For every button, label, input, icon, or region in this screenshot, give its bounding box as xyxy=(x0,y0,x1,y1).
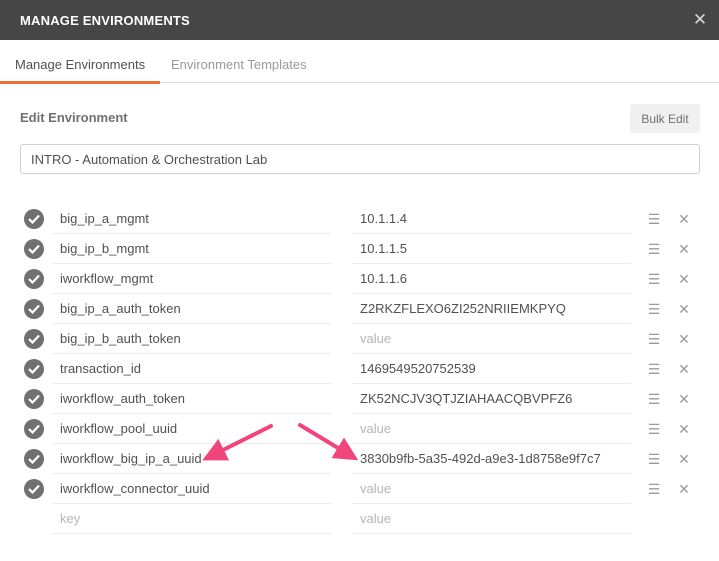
variable-key: iworkflow_big_ip_a_uuid xyxy=(60,451,202,466)
tab-bar: Manage Environments Environment Template… xyxy=(0,40,719,84)
variable-value-field[interactable]: 3830b9fb-5a35-492d-a9e3-1d8758e9f7c7 xyxy=(352,444,631,474)
enabled-check-icon[interactable] xyxy=(24,449,44,469)
variable-row: transaction_id 1469549520752539 ☰ ✕ xyxy=(0,354,719,384)
variable-key-field[interactable]: big_ip_a_auth_token xyxy=(52,294,331,324)
variable-key: iworkflow_pool_uuid xyxy=(60,421,178,436)
environment-name-input[interactable] xyxy=(20,144,700,174)
variable-key: iworkflow_connector_uuid xyxy=(60,481,210,496)
variable-key-field[interactable]: iworkflow_mgmt xyxy=(52,264,331,294)
drag-handle-icon[interactable]: ☰ xyxy=(645,480,663,498)
drag-handle-icon[interactable]: ☰ xyxy=(645,240,663,258)
variable-value-field[interactable]: 10.1.1.4 xyxy=(352,204,631,234)
value-placeholder: value xyxy=(360,511,392,526)
drag-handle-icon[interactable]: ☰ xyxy=(645,450,663,468)
variable-row: big_ip_a_mgmt 10.1.1.4 ☰ ✕ xyxy=(0,204,719,234)
variable-key: iworkflow_mgmt xyxy=(60,271,154,286)
bulk-edit-button[interactable]: Bulk Edit xyxy=(630,104,700,133)
variable-value-field[interactable]: 10.1.1.6 xyxy=(352,264,631,294)
variable-value-field[interactable]: value xyxy=(352,414,631,444)
variable-key-field[interactable]: transaction_id xyxy=(52,354,331,384)
variable-value-field[interactable]: value xyxy=(352,324,631,354)
enabled-check-icon[interactable] xyxy=(24,479,44,499)
variable-key: iworkflow_auth_token xyxy=(60,391,186,406)
section-title: Edit Environment xyxy=(20,110,128,125)
enabled-check-icon[interactable] xyxy=(24,389,44,409)
variable-row: big_ip_b_auth_token value ☰ ✕ xyxy=(0,324,719,354)
new-variable-row: key value xyxy=(0,504,719,534)
delete-icon[interactable]: ✕ xyxy=(675,210,693,228)
drag-handle-icon[interactable]: ☰ xyxy=(645,330,663,348)
delete-icon[interactable]: ✕ xyxy=(675,300,693,318)
variable-key-field[interactable]: big_ip_b_mgmt xyxy=(52,234,331,264)
delete-icon[interactable]: ✕ xyxy=(675,390,693,408)
variable-value: value xyxy=(360,481,392,496)
variable-value: 10.1.1.5 xyxy=(360,241,407,256)
variable-value: 1469549520752539 xyxy=(360,361,476,376)
variable-value: value xyxy=(360,331,392,346)
drag-handle-icon[interactable]: ☰ xyxy=(645,360,663,378)
delete-icon[interactable]: ✕ xyxy=(675,330,693,348)
variable-key: big_ip_b_auth_token xyxy=(60,331,181,346)
dialog-titlebar: MANAGE ENVIRONMENTS ✕ xyxy=(0,0,719,40)
variable-value: ZK52NCJV3QTJZIAHAACQBVPFZ6 xyxy=(360,391,573,406)
enabled-check-icon[interactable] xyxy=(24,329,44,349)
variable-key-field[interactable]: iworkflow_auth_token xyxy=(52,384,331,414)
variable-key-field[interactable]: big_ip_b_auth_token xyxy=(52,324,331,354)
variable-key-field[interactable]: iworkflow_big_ip_a_uuid xyxy=(52,444,331,474)
variable-value-field[interactable]: 1469549520752539 xyxy=(352,354,631,384)
tab-environment-templates[interactable]: Environment Templates xyxy=(156,40,322,83)
variable-row: big_ip_a_auth_token Z2RKZFLEXO6ZI252NRIIE… xyxy=(0,294,719,324)
variable-row: iworkflow_big_ip_a_uuid 3830b9fb-5a35-492… xyxy=(0,444,719,474)
variable-value-field[interactable]: ZK52NCJV3QTJZIAHAACQBVPFZ6 xyxy=(352,384,631,414)
variable-value: 3830b9fb-5a35-492d-a9e3-1d8758e9f7c7 xyxy=(360,451,601,466)
variable-row: iworkflow_connector_uuid value ☰ ✕ xyxy=(0,474,719,504)
enabled-check-icon[interactable] xyxy=(24,239,44,259)
drag-handle-icon[interactable]: ☰ xyxy=(645,420,663,438)
delete-icon[interactable]: ✕ xyxy=(675,240,693,258)
drag-handle-icon[interactable]: ☰ xyxy=(645,210,663,228)
delete-icon[interactable]: ✕ xyxy=(675,480,693,498)
drag-handle-icon[interactable]: ☰ xyxy=(645,390,663,408)
variable-row: iworkflow_mgmt 10.1.1.6 ☰ ✕ xyxy=(0,264,719,294)
variable-row: iworkflow_pool_uuid value ☰ ✕ xyxy=(0,414,719,444)
close-icon[interactable]: ✕ xyxy=(690,10,710,30)
dialog-title: MANAGE ENVIRONMENTS xyxy=(20,13,190,28)
drag-handle-icon[interactable]: ☰ xyxy=(645,300,663,318)
delete-icon[interactable]: ✕ xyxy=(675,450,693,468)
variable-key-field[interactable]: iworkflow_connector_uuid xyxy=(52,474,331,504)
variable-key: transaction_id xyxy=(60,361,141,376)
variable-value-field[interactable]: Z2RKZFLEXO6ZI252NRIIEMKPYQ xyxy=(352,294,631,324)
variable-key-field[interactable]: big_ip_a_mgmt xyxy=(52,204,331,234)
variable-value: 10.1.1.4 xyxy=(360,211,407,226)
variable-value: Z2RKZFLEXO6ZI252NRIIEMKPYQ xyxy=(360,301,566,316)
variable-row: big_ip_b_mgmt 10.1.1.5 ☰ ✕ xyxy=(0,234,719,264)
tab-manage-environments[interactable]: Manage Environments xyxy=(0,40,161,84)
new-key-input[interactable]: key xyxy=(52,504,331,534)
variable-value: 10.1.1.6 xyxy=(360,271,407,286)
enabled-check-icon[interactable] xyxy=(24,359,44,379)
variable-value-field[interactable]: 10.1.1.5 xyxy=(352,234,631,264)
variables-list: big_ip_a_mgmt 10.1.1.4 ☰ ✕ big_ip_b_mgmt 10.1… xyxy=(0,204,719,534)
variable-value: value xyxy=(360,421,392,436)
enabled-check-icon[interactable] xyxy=(24,269,44,289)
enabled-check-icon[interactable] xyxy=(24,299,44,319)
new-value-input[interactable]: value xyxy=(352,504,631,534)
variable-key-field[interactable]: iworkflow_pool_uuid xyxy=(52,414,331,444)
delete-icon[interactable]: ✕ xyxy=(675,360,693,378)
variable-value-field[interactable]: value xyxy=(352,474,631,504)
enabled-check-icon[interactable] xyxy=(24,209,44,229)
enabled-check-icon[interactable] xyxy=(24,419,44,439)
variable-row: iworkflow_auth_token ZK52NCJV3QTJZIAHAACQ… xyxy=(0,384,719,414)
variable-key: big_ip_a_auth_token xyxy=(60,301,181,316)
key-placeholder: key xyxy=(60,511,81,526)
variable-key: big_ip_a_mgmt xyxy=(60,211,149,226)
drag-handle-icon[interactable]: ☰ xyxy=(645,270,663,288)
variable-key: big_ip_b_mgmt xyxy=(60,241,149,256)
delete-icon[interactable]: ✕ xyxy=(675,420,693,438)
delete-icon[interactable]: ✕ xyxy=(675,270,693,288)
